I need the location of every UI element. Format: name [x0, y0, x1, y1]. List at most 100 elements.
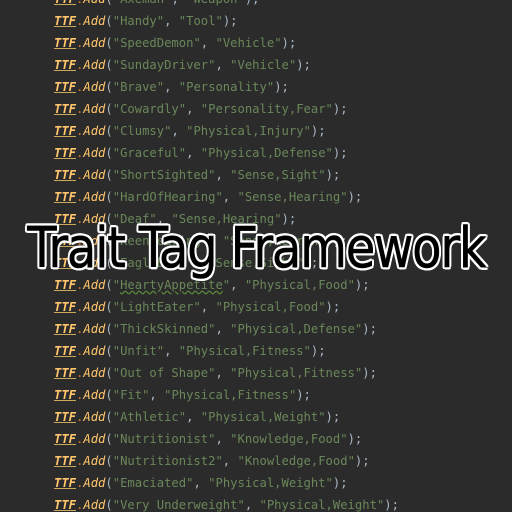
comma: ,: [215, 432, 231, 446]
code-line[interactable]: TTF.Add("LightEater", "Physical,Food");: [54, 296, 340, 318]
open-paren: (: [105, 366, 113, 380]
method-identifier: Add: [83, 102, 106, 116]
open-paren: (: [105, 410, 113, 424]
close-paren-semicolon: );: [274, 80, 289, 94]
string-arg-name: LightEater: [120, 300, 194, 314]
code-line[interactable]: TTF.Add("Nutritionist", "Knowledge,Food"…: [54, 428, 362, 450]
comma: ,: [186, 410, 201, 424]
method-identifier: Add: [83, 432, 106, 446]
class-identifier: TTF: [54, 322, 77, 336]
title-overlay: Trait Tag Framework: [0, 203, 512, 293]
string-arg-tags: Personality: [186, 80, 267, 94]
class-identifier: TTF: [54, 58, 77, 72]
string-arg-name: Brave: [120, 80, 157, 94]
code-line[interactable]: TTF.Add("Axeman", "Weapon");: [54, 0, 260, 10]
quote: ": [112, 190, 121, 204]
quote: ": [178, 102, 187, 116]
quote: ": [318, 300, 326, 314]
open-paren: (: [105, 322, 113, 336]
string-arg-tags: Physical,Fitness: [186, 344, 304, 358]
code-line[interactable]: TTF.Add("SundayDriver", "Vehicle");: [54, 54, 311, 76]
code-line[interactable]: TTF.Add("Cowardly", "Personality,Fear");: [54, 98, 348, 120]
quote: ": [347, 454, 355, 468]
quote: ": [340, 190, 348, 204]
string-arg-name: Clumsy: [120, 124, 165, 138]
class-identifier: TTF: [54, 168, 77, 182]
code-line[interactable]: TTF.Add("Fit", "Physical,Fitness");: [54, 384, 311, 406]
string-arg-tags: Knowledge,Food: [244, 454, 348, 468]
comma: ,: [215, 322, 231, 336]
open-paren: (: [105, 80, 113, 94]
method-identifier: Add: [83, 146, 106, 160]
quote: ": [112, 322, 121, 336]
method-identifier: Add: [83, 124, 106, 138]
string-arg-tags: Sense,Sight: [237, 168, 319, 182]
open-paren: (: [105, 300, 113, 314]
string-arg-name: Nutritionist2: [120, 454, 216, 468]
string-arg-name: ThickSkinned: [120, 322, 209, 336]
code-line[interactable]: TTF.Add("Athletic", "Physical,Weight");: [54, 406, 340, 428]
string-arg-name: Athletic: [120, 410, 179, 424]
close-paren-semicolon: );: [325, 410, 341, 424]
comma: ,: [186, 146, 201, 160]
class-identifier: TTF: [54, 432, 77, 446]
quote: ": [230, 432, 238, 446]
code-line[interactable]: TTF.Add("ThickSkinned", "Physical,Defens…: [54, 318, 377, 340]
string-arg-name: Fit: [120, 388, 143, 402]
string-arg-tags: Physical,Defense: [208, 146, 326, 160]
quote: ": [112, 102, 121, 116]
method-identifier: Add: [83, 322, 106, 336]
code-line[interactable]: TTF.Add("Handy", "Tool");: [54, 10, 238, 32]
quote: ": [112, 454, 121, 468]
code-line[interactable]: TTF.Add("Very Underweight", "Physical,We…: [54, 494, 399, 512]
code-line[interactable]: TTF.Add("Clumsy", "Physical,Injury");: [54, 120, 326, 142]
string-arg-tags: Physical,Injury: [193, 124, 304, 138]
class-identifier: TTF: [54, 498, 77, 512]
close-paren-semicolon: );: [310, 124, 326, 138]
code-line[interactable]: TTF.Add("SpeedDemon", "Vehicle");: [54, 32, 296, 54]
quote: ": [178, 146, 187, 160]
comma: ,: [222, 454, 238, 468]
string-arg-tags: Personality,Fear: [208, 102, 326, 116]
open-paren: (: [105, 388, 113, 402]
close-paren-semicolon: );: [281, 36, 297, 50]
quote: ": [156, 80, 165, 94]
string-arg-name: Unfit: [120, 344, 157, 358]
quote: ": [237, 454, 245, 468]
method-identifier: Add: [83, 0, 105, 6]
comma: ,: [215, 58, 231, 72]
quote: ": [112, 498, 121, 512]
comma: ,: [244, 498, 260, 512]
quote: ": [237, 498, 245, 512]
string-arg-name: Very Underweight: [120, 498, 238, 512]
quote: ": [112, 432, 121, 446]
code-line[interactable]: TTF.Add("Brave", "Personality");: [54, 76, 289, 98]
code-line[interactable]: TTF.Add("Out of Shape", "Physical,Fitnes…: [54, 362, 377, 384]
string-arg-tags: Physical,Fitness: [237, 366, 355, 380]
code-line[interactable]: TTF.Add("Graceful", "Physical,Defense");: [54, 142, 348, 164]
quote: ": [238, 0, 245, 6]
close-paren-semicolon: );: [325, 168, 341, 182]
quote: ": [237, 190, 245, 204]
code-line[interactable]: TTF.Add("Unfit", "Physical,Fitness");: [54, 340, 326, 362]
string-arg-name: Cowardly: [120, 102, 179, 116]
quote: ": [274, 36, 282, 50]
string-arg-name: Out of Shape: [120, 366, 209, 380]
code-line[interactable]: TTF.Add("Nutritionist2", "Knowledge,Food…: [54, 450, 370, 472]
close-paren-semicolon: );: [332, 146, 348, 160]
code-line[interactable]: TTF.Add("Emaciated", "Physical,Weight");: [54, 472, 348, 494]
method-identifier: Add: [83, 366, 106, 380]
string-arg-tags: Physical,Weight: [215, 476, 326, 490]
code-line[interactable]: TTF.Add("ShortSighted", "Sense,Sight");: [54, 164, 340, 186]
class-identifier: TTF: [54, 476, 77, 490]
quote: ": [112, 168, 121, 182]
method-identifier: Add: [83, 14, 106, 28]
method-identifier: Add: [83, 58, 106, 72]
method-identifier: Add: [83, 476, 106, 490]
class-identifier: TTF: [54, 366, 77, 380]
quote: ": [325, 476, 333, 490]
quote: ": [112, 476, 121, 490]
quote: ": [193, 300, 201, 314]
quote: ": [112, 36, 121, 50]
class-identifier: TTF: [54, 124, 77, 138]
